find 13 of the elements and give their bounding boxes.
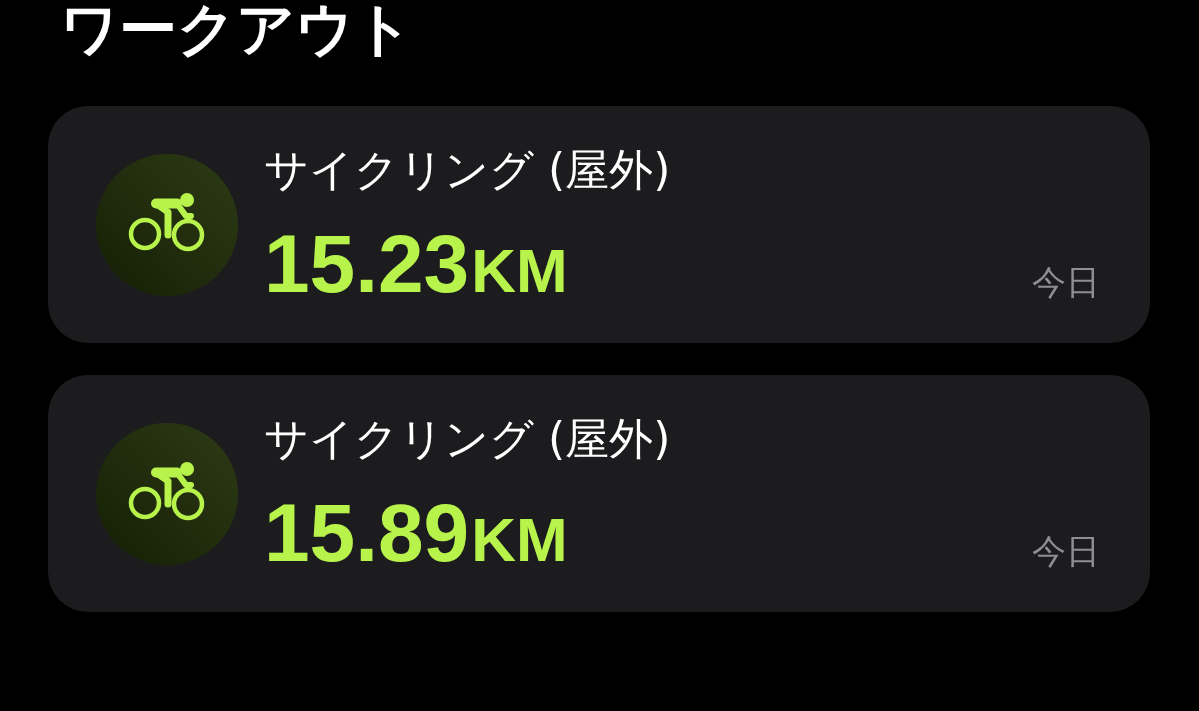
workout-card[interactable]: サイクリング (屋外) 15.89KM 今日 bbox=[48, 375, 1150, 612]
distance-unit: KM bbox=[471, 240, 568, 302]
workout-name: サイクリング (屋外) bbox=[264, 413, 671, 465]
distance-unit: KM bbox=[471, 509, 568, 571]
workout-date: 今日 bbox=[1032, 531, 1100, 571]
distance-value: 15.89 bbox=[264, 492, 470, 574]
cyclist-icon bbox=[96, 422, 238, 565]
section-title: ワークアウト bbox=[60, 0, 414, 58]
workout-card[interactable]: サイクリング (屋外) 15.23KM 今日 bbox=[48, 106, 1150, 343]
workout-date: 今日 bbox=[1032, 262, 1100, 302]
workout-name: サイクリング (屋外) bbox=[264, 144, 671, 196]
distance-value: 15.23 bbox=[264, 223, 470, 305]
cyclist-icon bbox=[96, 153, 238, 296]
